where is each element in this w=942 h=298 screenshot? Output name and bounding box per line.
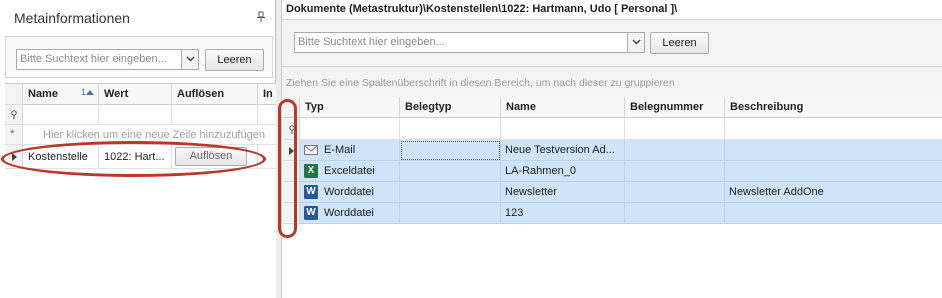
column-header-label: Typ <box>305 101 324 113</box>
column-header-label: Belegtyp <box>405 101 452 113</box>
column-header-typ[interactable]: Typ <box>300 97 400 118</box>
table-cell-beschreibung[interactable] <box>725 203 942 224</box>
table-cell-belegnummer[interactable] <box>625 161 725 182</box>
sort-ascending-icon: 1 <box>81 87 95 97</box>
filter-cell-typ[interactable] <box>300 118 400 140</box>
table-cell-belegtyp[interactable] <box>400 161 501 182</box>
chevron-down-icon <box>632 39 641 45</box>
column-header-label: Name <box>506 101 536 113</box>
column-header-in[interactable]: In <box>258 84 277 105</box>
column-header-label: Auflösen <box>177 88 225 100</box>
search-dropdown-button[interactable] <box>181 50 198 69</box>
column-header-belegtyp[interactable]: Belegtyp <box>400 97 501 118</box>
table-cell-beschreibung[interactable] <box>725 140 942 161</box>
filter-row-indicator <box>5 105 23 125</box>
table-cell-beschreibung[interactable]: Newsletter AddOne <box>725 182 942 203</box>
column-header-wert[interactable]: Wert <box>99 84 172 105</box>
email-icon <box>304 144 318 159</box>
annotation-ellipse-row <box>1 141 266 177</box>
row-indicator-header <box>5 84 23 105</box>
table-cell-belegtyp[interactable] <box>400 182 501 203</box>
table-cell-belegnummer[interactable] <box>625 182 725 203</box>
filter-cell-in[interactable] <box>258 105 277 125</box>
filter-cell-wert[interactable] <box>99 105 172 125</box>
table-cell-name[interactable]: 123 <box>501 203 625 224</box>
clear-button[interactable]: Leeren <box>650 32 709 54</box>
search-dropdown-button[interactable] <box>627 33 644 52</box>
table-cell-name[interactable]: Newsletter <box>501 182 625 203</box>
filter-icon <box>11 110 17 119</box>
column-header-label: In <box>263 88 273 100</box>
table-cell-belegtyp[interactable] <box>400 203 501 224</box>
panel-title: Metainformationen <box>14 10 130 26</box>
new-row-indicator: * <box>5 125 23 145</box>
word-icon: W <box>304 185 318 199</box>
filter-cell-aufloesen[interactable] <box>172 105 258 125</box>
table-cell-belegnummer[interactable] <box>625 140 725 161</box>
breadcrumb: Dokumente (Metastruktur)\Kostenstellen\1… <box>286 3 678 15</box>
table-cell-belegnummer[interactable] <box>625 203 725 224</box>
table-cell-name[interactable]: Neue Testversion Ad... <box>501 140 625 161</box>
annotation-ellipse-indicator <box>278 99 297 238</box>
column-header-aufloesen[interactable]: Auflösen <box>172 84 258 105</box>
column-header-name[interactable]: Name <box>501 97 625 118</box>
word-icon: W <box>304 206 318 220</box>
filter-cell-name[interactable] <box>23 105 99 125</box>
table-cell-beschreibung[interactable] <box>725 161 942 182</box>
filter-cell-belegnummer[interactable] <box>625 118 725 140</box>
filter-cell-belegtyp[interactable] <box>400 118 501 140</box>
asterisk-icon: * <box>10 128 15 140</box>
clear-button[interactable]: Leeren <box>205 49 264 71</box>
column-header-label: Belegnummer <box>630 101 704 113</box>
table-cell-belegtyp[interactable] <box>400 140 501 161</box>
column-header-label: Name <box>28 88 58 100</box>
filter-cell-beschreibung[interactable] <box>725 118 942 140</box>
chevron-down-icon <box>186 56 195 62</box>
group-by-hint: Ziehen Sie eine Spaltenüberschrift in di… <box>286 77 675 89</box>
excel-icon: X <box>304 164 318 178</box>
column-header-beschreibung[interactable]: Beschreibung <box>725 97 942 118</box>
column-header-belegnummer[interactable]: Belegnummer <box>625 97 725 118</box>
search-input[interactable]: Bitte Suchtext hier eingeben... <box>16 49 199 70</box>
column-header-label: Wert <box>104 88 129 100</box>
table-cell-name[interactable]: LA-Rahmen_0 <box>501 161 625 182</box>
column-header-label: Beschreibung <box>730 101 804 113</box>
search-input[interactable]: Bitte Suchtext hier eingeben... <box>294 32 645 53</box>
pin-icon[interactable] <box>256 11 266 23</box>
filter-cell-name[interactable] <box>501 118 625 140</box>
